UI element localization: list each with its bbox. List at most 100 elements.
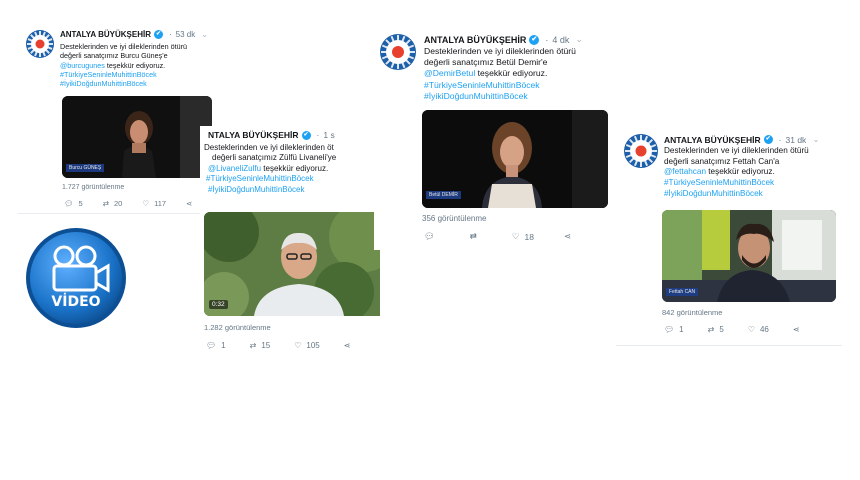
separator-dot: · — [778, 134, 782, 145]
divider — [18, 213, 208, 214]
tweet-card-zulfu[interactable]: NTALYA BÜYÜKŞEHİR ✔ · 1 s Desteklerinden… — [200, 126, 380, 358]
tweet-text: teşekkür ediyoruz. — [708, 167, 775, 177]
mention-link[interactable]: @fettahcan — [664, 167, 706, 176]
account-name[interactable]: ANTALYA BÜYÜKŞEHİR — [664, 135, 761, 145]
video-badge: VİDEO — [24, 226, 128, 330]
like-button[interactable]: ♡ 105 — [294, 341, 320, 350]
share-button[interactable]: ⋖ — [564, 231, 576, 242]
video-badge-label: VİDEO — [51, 294, 101, 310]
separator-dot: · — [545, 34, 549, 45]
tweet-time[interactable]: 1 s — [323, 130, 334, 140]
tweet-text-line: değerli sanatçımız Betül Demir'e — [424, 57, 548, 68]
tweet-text-line: değerli sanatçımız Fettah Can'a — [664, 156, 780, 166]
retweet-count: 15 — [261, 341, 271, 350]
share-icon: ⋖ — [792, 325, 800, 334]
tweet-text: teşekkür ediyoruz. — [263, 163, 329, 173]
like-count: 18 — [524, 231, 535, 242]
share-icon: ⋖ — [343, 341, 351, 350]
tweet-video[interactable]: Burcu GÜNEŞ — [62, 96, 212, 178]
video-thumbnail — [204, 212, 380, 316]
view-count: 356 görüntülenme — [422, 214, 487, 223]
hashtag-link[interactable]: #TürkiyeSeninleMuhittinBöcek — [60, 70, 220, 79]
heart-icon: ♡ — [142, 199, 150, 208]
chevron-down-icon[interactable]: ⌄ — [575, 34, 583, 45]
account-name[interactable]: NTALYA BÜYÜKŞEHİR — [208, 130, 299, 140]
chevron-down-icon[interactable]: ⌄ — [201, 30, 208, 39]
account-name[interactable]: ANTALYA BÜYÜKŞEHİR — [424, 35, 526, 45]
view-count: 1.282 görüntülenme — [204, 323, 271, 332]
reply-icon: 💬︎ — [424, 231, 435, 241]
retweet-icon: ⇄ — [102, 199, 109, 208]
tweet-time[interactable]: 53 dk — [176, 30, 196, 39]
video-caption: Fettah CAN — [666, 288, 699, 296]
reply-count: 1 — [679, 325, 684, 334]
video-camera-icon — [26, 228, 126, 328]
reply-icon: 💬︎ — [206, 341, 217, 350]
reply-button[interactable]: 💬︎ — [424, 231, 440, 242]
mention-link[interactable]: @LivaneliZulfu — [208, 164, 261, 173]
tweet-text-line: Desteklerinden ve iyi dileklerinden ötür… — [664, 146, 809, 155]
tweet-text-line: Desteklerinden ve iyi dileklerinden ötür… — [424, 46, 576, 56]
like-count: 46 — [759, 325, 769, 334]
retweet-button[interactable]: ⇄ 15 — [250, 341, 271, 350]
separator-dot: · — [316, 130, 320, 140]
tweet-time[interactable]: 4 dk — [552, 35, 569, 45]
like-count: 105 — [306, 341, 320, 350]
share-button[interactable]: ⋖ — [344, 341, 356, 350]
tweet-text-line: Desteklerinden ve iyi dileklerinden öt — [204, 143, 334, 152]
share-icon: ⋖ — [564, 231, 572, 241]
mention-link[interactable]: @burcugunes — [60, 61, 105, 70]
tweet-video[interactable]: 0:32 — [204, 212, 380, 316]
tweet-text: teşekkür ediyoruz. — [477, 68, 548, 79]
verified-icon: ✔ — [301, 130, 311, 140]
antalya-logo[interactable] — [380, 34, 416, 70]
share-icon: ⋖ — [186, 199, 193, 208]
reply-button[interactable]: 💬︎ 5 — [64, 199, 83, 208]
divider — [616, 345, 842, 346]
hashtag-link[interactable]: #İyikiDoğdunMuhittinBöcek — [60, 79, 220, 88]
heart-icon: ♡ — [747, 325, 755, 334]
antalya-logo[interactable] — [26, 30, 54, 58]
heart-icon: ♡ — [511, 231, 520, 241]
tweet-video[interactable]: Betül DEMİR — [422, 110, 608, 208]
tweet-card-burcu[interactable]: ANTALYA BÜYÜKŞEHİR ✔ · 53 dk ⌄ Destekler… — [18, 24, 218, 214]
like-button[interactable]: ♡ 18 — [512, 231, 534, 242]
like-count: 117 — [154, 199, 167, 208]
verified-icon: ✔ — [529, 34, 540, 45]
tweet-card-betul[interactable]: ANTALYA BÜYÜKŞEHİR ✔ · 4 dk ⌄ Destekleri… — [374, 30, 614, 250]
video-caption: Betül DEMİR — [426, 191, 461, 199]
view-count: 842 görüntülenme — [662, 308, 723, 317]
tweet-text-line: değerli sanatçımız Burcu Güneş'e — [60, 51, 168, 61]
retweet-button[interactable]: ⇄ 5 — [708, 325, 724, 334]
hashtag-link[interactable]: #TürkiyeSeninleMuhittinBöcek — [664, 178, 844, 189]
like-button[interactable]: ♡ 46 — [748, 325, 769, 334]
reply-count: 1 — [221, 341, 226, 350]
tweet-text-line: Desteklerinden ve iyi dileklerinden ötür… — [60, 42, 188, 51]
reply-icon: 💬︎ — [664, 325, 675, 334]
hashtag-link[interactable]: #TürkiyeSeninleMuhittinBöcek — [206, 174, 380, 184]
verified-icon: ✔ — [153, 30, 163, 39]
hashtag-link[interactable]: #İyikiDoğdunMuhittinBöcek — [208, 185, 380, 195]
hashtag-link[interactable]: #İyikiDoğdunMuhittinBöcek — [424, 91, 614, 102]
reply-count: 5 — [78, 199, 83, 208]
retweet-count: 20 — [114, 199, 123, 208]
chevron-down-icon[interactable]: ⌄ — [812, 134, 819, 145]
retweet-icon: ⇄ — [707, 325, 715, 334]
share-button[interactable]: ⋖ — [793, 325, 805, 334]
tweet-video[interactable]: Fettah CAN — [662, 210, 836, 302]
retweet-button[interactable]: ⇄ 20 — [103, 199, 123, 208]
reply-button[interactable]: 💬︎ 1 — [206, 341, 226, 350]
antalya-logo[interactable] — [624, 134, 658, 168]
tweet-time[interactable]: 31 dk — [786, 135, 807, 145]
reply-icon: 💬︎ — [64, 199, 74, 208]
like-button[interactable]: ♡ 117 — [142, 199, 166, 208]
mention-link[interactable]: @DemirBetul — [424, 68, 475, 78]
account-name[interactable]: ANTALYA BÜYÜKŞEHİR — [60, 30, 151, 39]
hashtag-link[interactable]: #İyikiDoğdunMuhittinBöcek — [664, 189, 844, 200]
tweet-card-fettah[interactable]: ANTALYA BÜYÜKŞEHİR ✔ · 31 dk ⌄ Destekler… — [616, 128, 846, 346]
share-button[interactable]: ⋖ — [186, 199, 197, 208]
hashtag-link[interactable]: #TürkiyeSeninleMuhittinBöcek — [424, 80, 614, 91]
heart-icon: ♡ — [294, 341, 302, 350]
retweet-button[interactable]: ⇄ — [470, 231, 482, 242]
reply-button[interactable]: 💬︎ 1 — [664, 325, 684, 334]
